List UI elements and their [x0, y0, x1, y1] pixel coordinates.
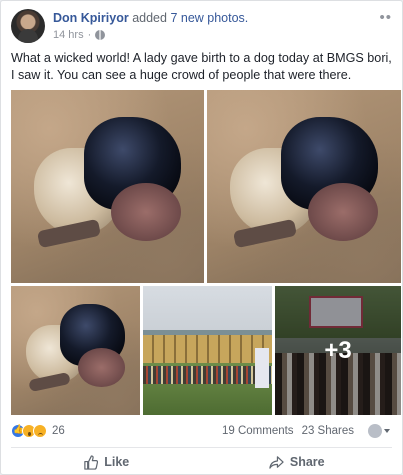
sad-reaction-icon	[33, 424, 47, 438]
photos-link[interactable]: 7 new photos.	[170, 11, 248, 25]
photo-2[interactable]	[207, 90, 401, 283]
photo-subject-body	[78, 347, 125, 387]
divider	[11, 447, 392, 448]
photo-3[interactable]	[11, 286, 140, 415]
share-arrow-icon	[269, 455, 284, 469]
thumbs-up-icon	[84, 454, 99, 470]
author-name[interactable]: Don Kpiriyor	[53, 11, 129, 25]
globe-icon	[95, 30, 106, 40]
more-photos-overlay[interactable]: +3	[275, 286, 401, 415]
facebook-post: Don Kpiriyor added 7 new photos. 14 hrs …	[0, 0, 403, 475]
post-timestamp[interactable]: 14 hrs	[53, 29, 84, 41]
chevron-down-icon	[384, 429, 390, 433]
shares-count[interactable]: 23 Shares	[302, 425, 354, 437]
share-button-label: Share	[289, 455, 325, 469]
post-actions: Like Share	[11, 451, 392, 473]
more-photos-count: +3	[324, 336, 352, 364]
viewer-selector[interactable]	[368, 424, 390, 438]
reactions-summary[interactable]: 26	[11, 422, 65, 440]
engagement-counts: 19 Comments 23 Shares	[222, 424, 390, 438]
like-button-label: Like	[104, 455, 130, 469]
viewer-avatar	[368, 424, 382, 438]
share-button[interactable]: Share	[202, 451, 393, 473]
photo-1[interactable]	[11, 90, 204, 283]
post-header: Don Kpiriyor added 7 new photos. 14 hrs …	[11, 9, 392, 43]
photo-subject-body	[307, 182, 378, 241]
post-action-text: added	[132, 11, 167, 25]
post-options-icon[interactable]: ••	[379, 9, 392, 26]
reaction-count: 26	[52, 425, 65, 437]
post-meta: 14 hrs ·	[53, 29, 106, 41]
post-text: What a wicked world! A lady gave birth t…	[11, 51, 392, 82]
photo-4[interactable]	[143, 286, 272, 415]
photo-subject-body	[111, 182, 181, 241]
comments-count[interactable]: 19 Comments	[222, 425, 294, 437]
post-headline: Don Kpiriyor added 7 new photos.	[53, 11, 248, 25]
photo-banner	[255, 348, 269, 388]
photo-5[interactable]: +3	[275, 286, 401, 415]
author-avatar[interactable]	[11, 9, 45, 43]
separator-dot: ·	[87, 29, 92, 41]
photo-crowd	[143, 365, 272, 385]
like-button[interactable]: Like	[11, 451, 202, 473]
